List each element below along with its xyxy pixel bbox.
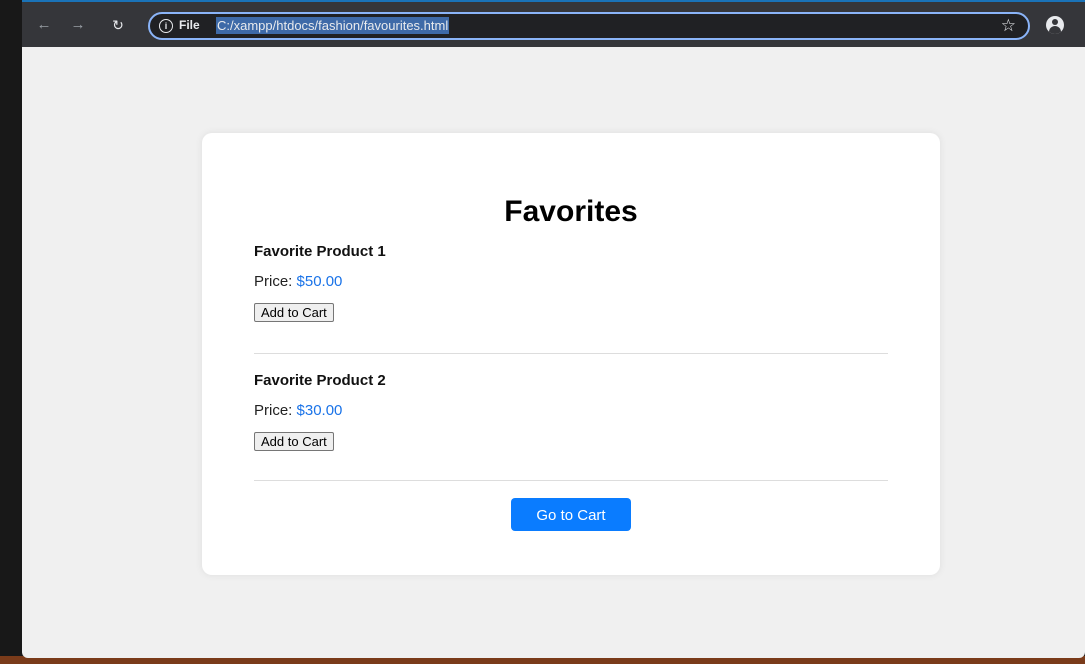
background-editor-strip [0,0,22,664]
favorites-card: Favorites Favorite Product 1 Price: $50.… [202,133,940,575]
profile-head [1052,19,1058,25]
scheme-label: File [179,18,200,32]
star-icon[interactable]: ☆ [1001,16,1016,36]
product-name: Favorite Product 2 [254,372,386,389]
forward-arrow-icon[interactable]: → [68,15,88,35]
go-to-cart-button[interactable]: Go to Cart [511,498,631,531]
reload-icon[interactable]: ↻ [108,15,128,35]
profile-icon[interactable] [1046,16,1064,34]
price-value: $30.00 [296,402,343,419]
price-line: Price: $30.00 [254,402,342,419]
address-bar[interactable]: i File C:/xampp/htdocs/fashion/favourite… [148,12,1030,40]
page-title: Favorites [504,195,638,228]
browser-window: ← → ↻ i File C:/xampp/htdocs/fashion/fav… [22,0,1085,658]
price-line: Price: $50.00 [254,273,342,290]
browser-toolbar: ← → ↻ i File C:/xampp/htdocs/fashion/fav… [22,0,1085,47]
profile-body [1049,26,1061,34]
info-icon[interactable]: i [159,19,173,33]
price-value: $50.00 [296,273,343,290]
back-arrow-icon[interactable]: ← [34,15,54,35]
divider [254,480,888,481]
price-label: Price: [254,402,297,419]
add-to-cart-button[interactable]: Add to Cart [254,432,334,451]
add-to-cart-button[interactable]: Add to Cart [254,303,334,322]
divider [254,353,888,354]
product-name: Favorite Product 1 [254,243,386,260]
price-label: Price: [254,273,297,290]
url-text[interactable]: C:/xampp/htdocs/fashion/favourites.html [216,17,450,34]
